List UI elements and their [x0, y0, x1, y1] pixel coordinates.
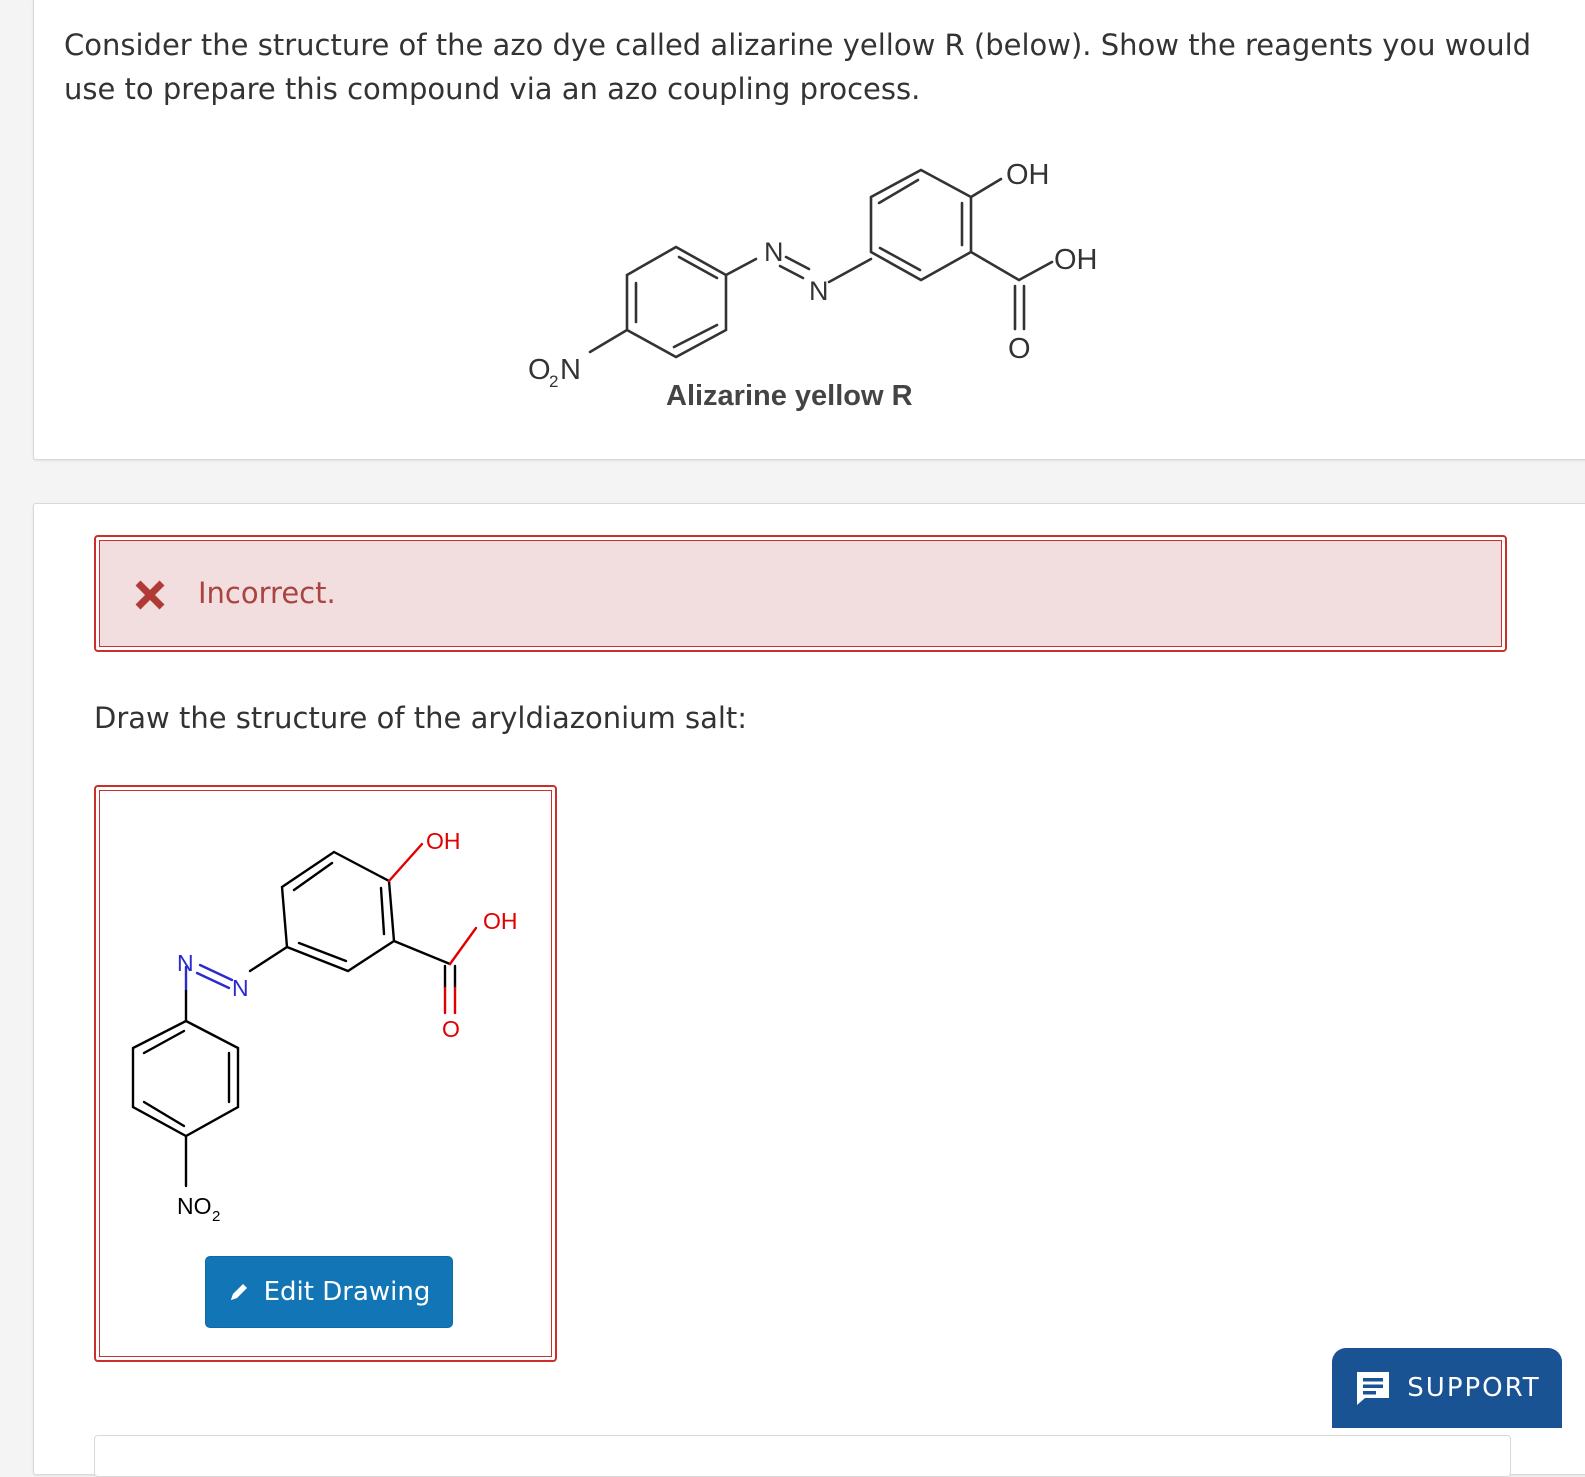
- drawing-canvas: OH OH O N N NO 2 Edit Drawing: [99, 790, 552, 1357]
- alizarine-yellow-r-structure: O 2 N N N OH OH O Alizarine yellow R: [528, 159, 1098, 412]
- prompt-text: Draw the structure of the aryldiazonium …: [94, 701, 748, 735]
- azo-n2-label: N: [809, 276, 829, 306]
- feedback-status: Incorrect.: [198, 576, 336, 610]
- drawn-structure: OH OH O N N NO 2: [131, 828, 518, 1225]
- figure-caption: Alizarine yellow R: [666, 380, 913, 412]
- carbonyl-o-label: O: [1008, 333, 1031, 365]
- oh-acid-label: OH: [1054, 244, 1098, 276]
- question-card: Consider the structure of the azo dye ca…: [33, 0, 1585, 460]
- drawing-answer-box: OH OH O N N NO 2 Edit Drawing: [94, 785, 557, 1362]
- nitro-o-label: O: [528, 354, 551, 386]
- support-label: SUPPORT: [1407, 1373, 1541, 1403]
- drawn-oh-top-label: OH: [426, 828, 461, 854]
- drawn-oh-acid-label: OH: [483, 908, 518, 934]
- drawn-no2-label: NO: [177, 1193, 212, 1219]
- oh-top-label: OH: [1006, 159, 1050, 191]
- azo-n1-label: N: [764, 237, 784, 267]
- edit-drawing-button[interactable]: Edit Drawing: [205, 1256, 453, 1328]
- edit-drawing-label: Edit Drawing: [263, 1277, 431, 1307]
- drawn-carbonyl-o-label: O: [442, 1016, 460, 1042]
- next-answer-box: [94, 1435, 1511, 1477]
- pencil-icon: [230, 1284, 247, 1300]
- chat-icon: [1357, 1372, 1390, 1405]
- support-button[interactable]: SUPPORT: [1332, 1348, 1562, 1428]
- nitro-n-label: N: [560, 354, 581, 386]
- drawn-azo-n2-label: N: [232, 975, 249, 1001]
- answer-card: Incorrect. Draw the structure of the ary…: [33, 503, 1585, 1477]
- drawn-azo-n1-label: N: [177, 950, 194, 976]
- x-icon: [135, 580, 165, 610]
- drawn-no2-subscript: 2: [212, 1208, 220, 1225]
- nitro-subscript: 2: [549, 372, 558, 391]
- feedback-banner-inner: Incorrect.: [99, 540, 1502, 647]
- feedback-banner: Incorrect.: [94, 535, 1507, 652]
